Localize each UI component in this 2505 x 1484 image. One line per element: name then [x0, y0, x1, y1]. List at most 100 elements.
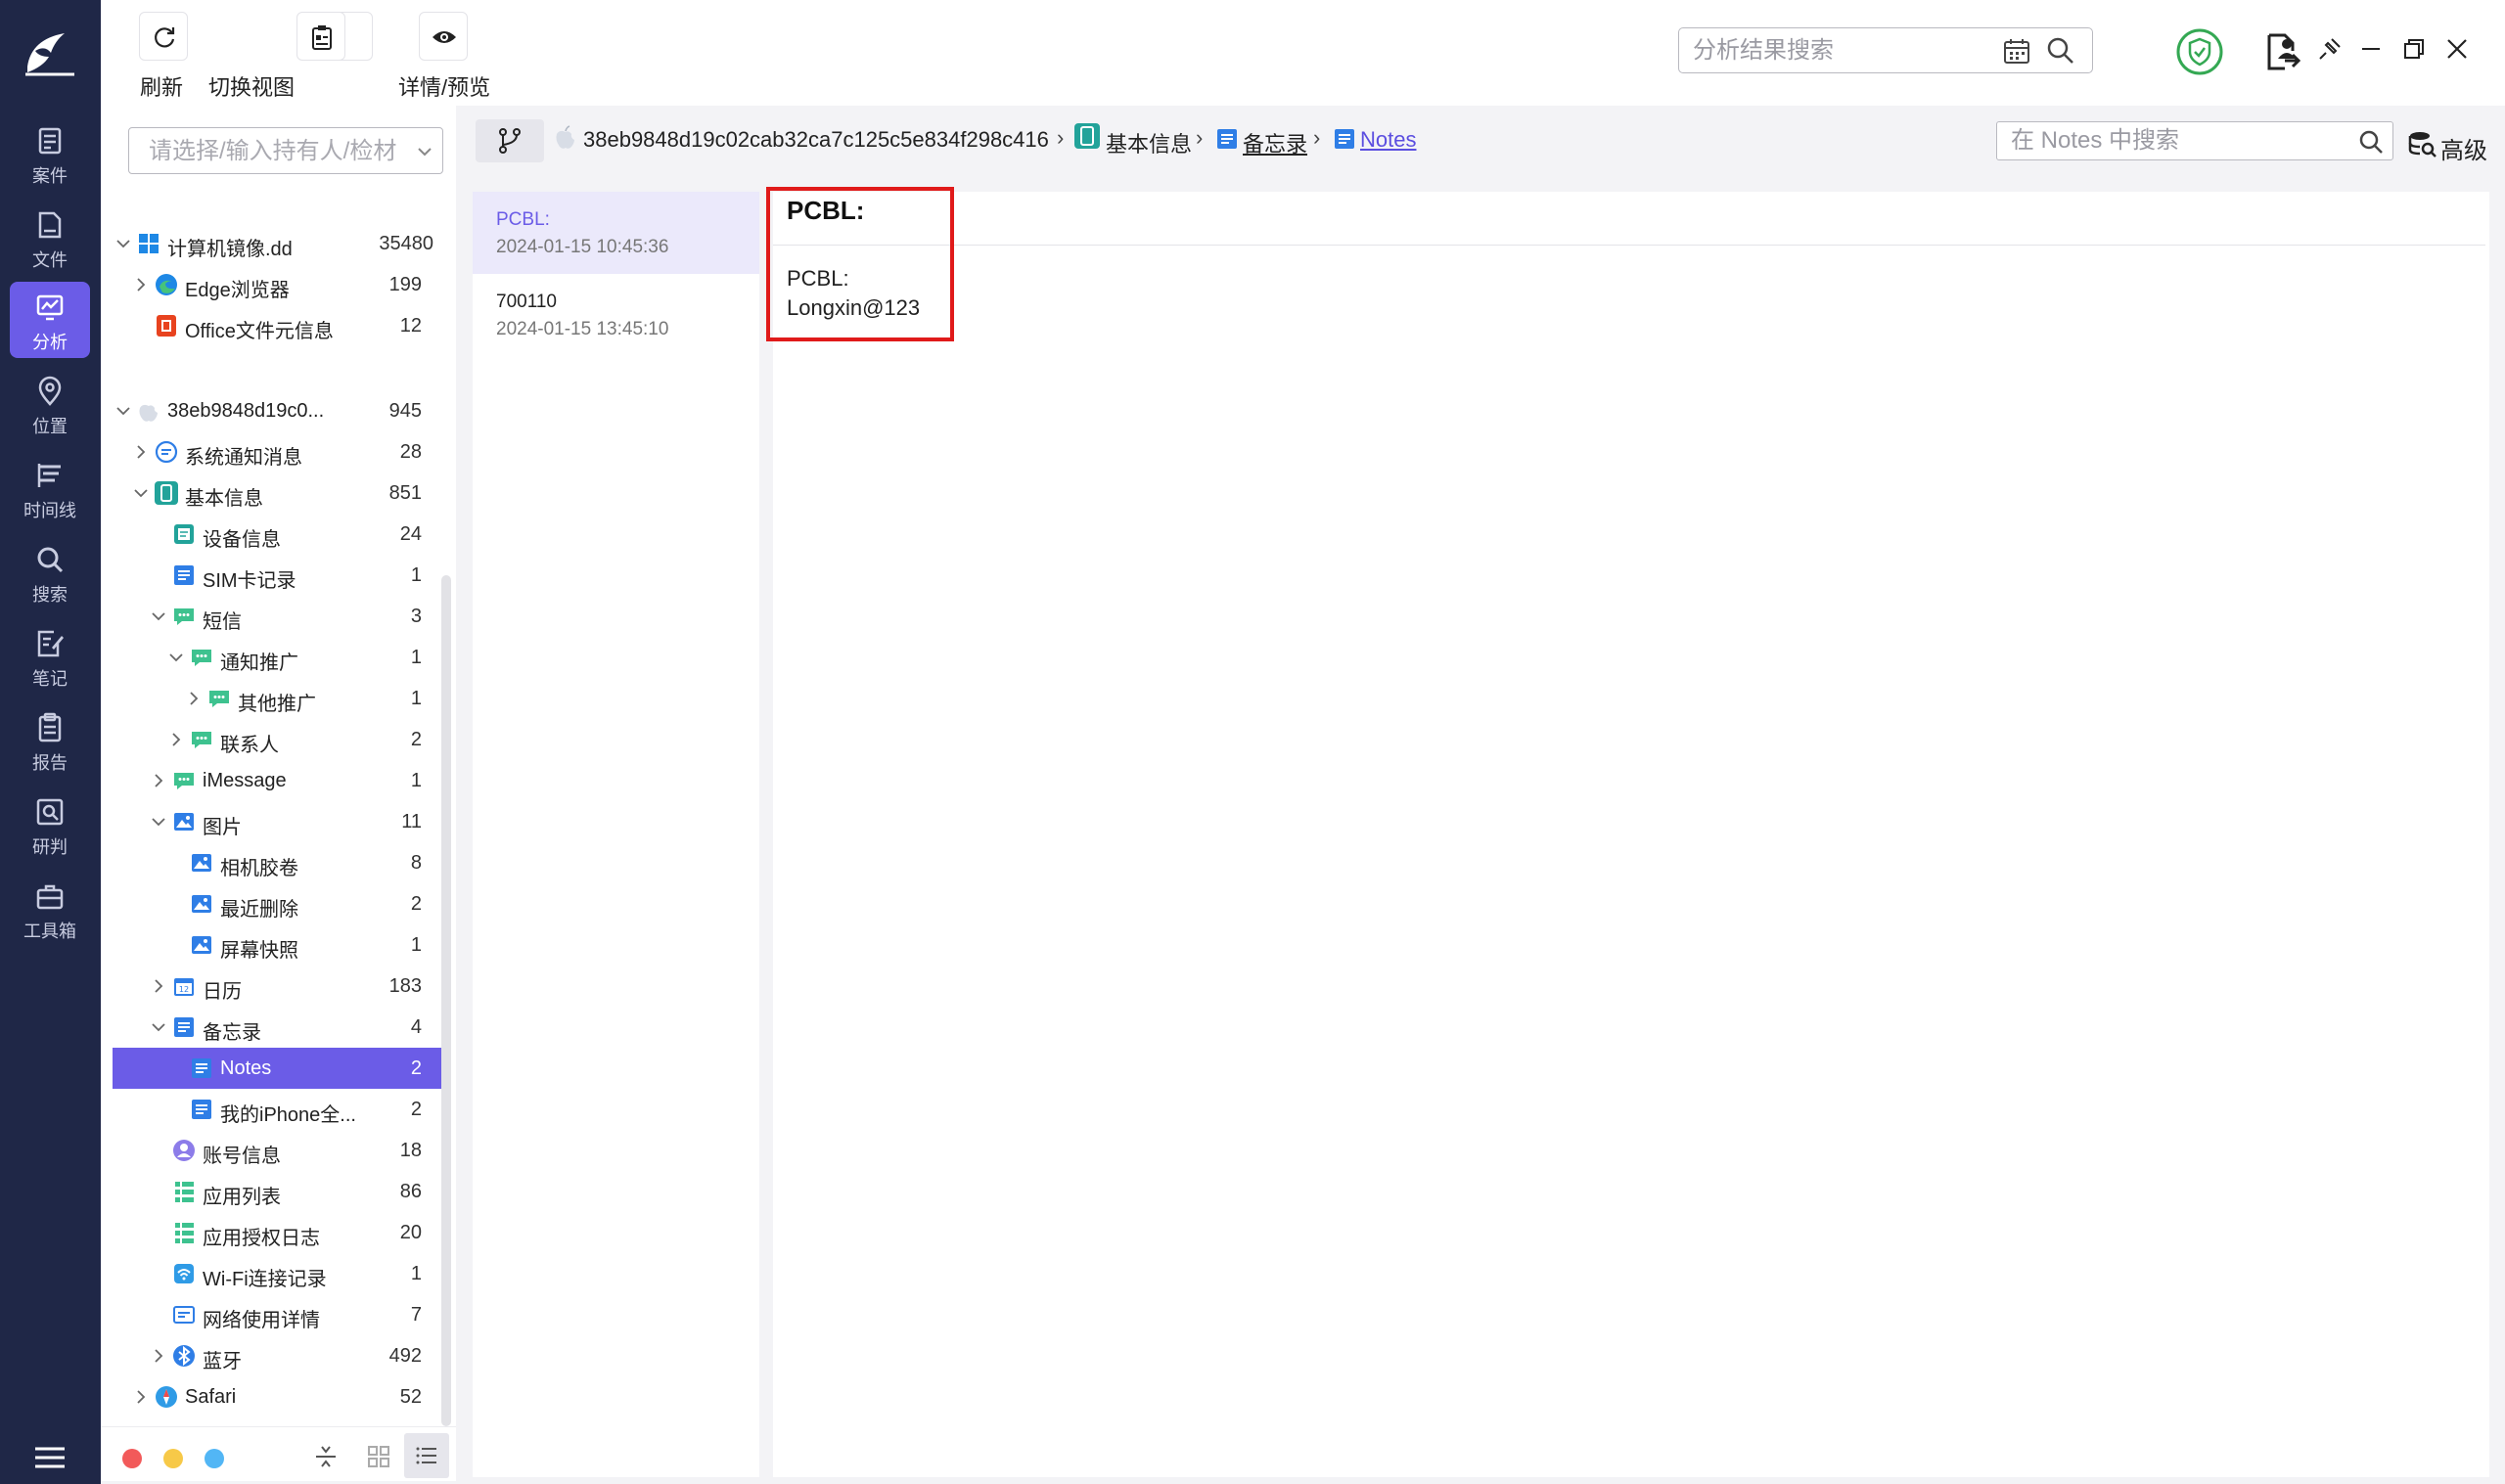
branch-button[interactable]: [476, 119, 544, 162]
tree-item-count: 1: [410, 1263, 422, 1284]
chevron-down-icon[interactable]: [415, 142, 434, 161]
tree-item-system-notifications[interactable]: 系统通知消息 28: [113, 431, 441, 472]
tree-item-other-promo[interactable]: 其他推广 1: [113, 678, 441, 719]
nav-analysis[interactable]: 分析: [10, 282, 90, 358]
tree-item-wifi-records[interactable]: Wi-Fi连接记录 1: [113, 1253, 441, 1294]
tree-item-memos[interactable]: 备忘录 4: [113, 1007, 441, 1048]
tree-item-imessage[interactable]: iMessage 1: [113, 760, 441, 801]
tree-item-app-auth-log[interactable]: 应用授权日志 20: [113, 1212, 441, 1253]
chevron-right-icon[interactable]: [167, 731, 185, 748]
tree-item-safari[interactable]: Safari 52: [113, 1376, 441, 1417]
memo-icon: [192, 1058, 211, 1078]
chevron-right-icon[interactable]: [150, 772, 167, 789]
note-list-item[interactable]: 700110 2024-01-15 13:45:10: [473, 274, 759, 356]
pin-icon[interactable]: [2316, 35, 2344, 63]
nav-timeline[interactable]: 时间线: [10, 450, 90, 526]
advanced-search-button[interactable]: 高级: [2397, 123, 2495, 164]
refresh-label: 刷新: [140, 75, 184, 100]
tree-item-count: 35480: [379, 233, 433, 254]
red-dot-icon[interactable]: [122, 1449, 142, 1468]
tree-item-pictures[interactable]: 图片 11: [113, 801, 441, 842]
close-icon[interactable]: [2443, 35, 2471, 63]
network-icon: [173, 1306, 195, 1324]
menu-icon[interactable]: [33, 1446, 67, 1469]
breadcrumb-device[interactable]: 38eb9848d19c02cab32ca7c125c5e834f298c416: [583, 127, 1049, 153]
detail-preview-button[interactable]: 详情/预览: [394, 12, 492, 100]
tree-item-ios-device[interactable]: 38eb9848d19c0... 945: [113, 390, 441, 431]
tree-item-sim-records[interactable]: SIM卡记录 1: [113, 555, 441, 596]
note-list-item[interactable]: PCBL: 2024-01-15 10:45:36: [473, 192, 759, 274]
edge-icon: [156, 274, 177, 295]
chevron-down-icon[interactable]: [150, 813, 167, 831]
calendar-icon[interactable]: [2002, 36, 2031, 66]
nav-case[interactable]: 案件: [10, 115, 90, 192]
user-icon[interactable]: [2273, 35, 2300, 63]
tree-item-contacts[interactable]: 联系人 2: [113, 719, 441, 760]
restore-icon[interactable]: [2400, 35, 2428, 63]
chevron-right-icon[interactable]: [185, 690, 203, 707]
tree-item-bluetooth[interactable]: 蓝牙 492: [113, 1335, 441, 1376]
tree-item-device-info[interactable]: 设备信息 24: [113, 514, 441, 555]
tree-item-edge-browser[interactable]: Edge浏览器 199: [113, 264, 441, 305]
nav-notes[interactable]: 笔记: [10, 618, 90, 695]
advanced-search-icon: [2408, 132, 2437, 157]
nav-location[interactable]: 位置: [10, 366, 90, 442]
chevron-down-icon[interactable]: [114, 402, 132, 420]
tree-item-count: 2: [410, 729, 422, 750]
shield-check-icon[interactable]: [2175, 27, 2224, 76]
windows-icon: [139, 234, 159, 253]
tree-item-notify-promo[interactable]: 通知推广 1: [113, 637, 441, 678]
chevron-right-icon[interactable]: [132, 1388, 150, 1406]
nav-label: 案件: [32, 166, 68, 186]
tree-item-notes[interactable]: Notes 2: [113, 1048, 441, 1089]
chevron-right-icon[interactable]: [132, 276, 150, 293]
notes-search-input[interactable]: [2011, 127, 2324, 155]
tree-item-calendar[interactable]: 12 日历 183: [113, 966, 441, 1007]
breadcrumb-sub[interactable]: 备忘录: [1243, 127, 1307, 158]
chevron-down-icon[interactable]: [150, 607, 167, 625]
global-search-input[interactable]: [1693, 36, 1986, 66]
tree-item-sms[interactable]: 短信 3: [113, 596, 441, 637]
nav-report[interactable]: 报告: [10, 702, 90, 779]
chevron-right-icon[interactable]: [150, 1347, 167, 1365]
tree-item-my-iphone[interactable]: 我的iPhone全... 2: [113, 1089, 441, 1130]
chevron-right-icon[interactable]: [150, 977, 167, 995]
yellow-dot-icon[interactable]: [163, 1449, 183, 1468]
note-title: 700110: [496, 292, 557, 312]
search-icon[interactable]: [2357, 128, 2385, 156]
nav-toolbox[interactable]: 工具箱: [10, 871, 90, 947]
tree-item-camera-roll[interactable]: 相机胶卷 8: [113, 842, 441, 883]
tree-item-screenshots[interactable]: 屏幕快照 1: [113, 924, 441, 966]
breadcrumb-category[interactable]: 基本信息: [1106, 127, 1192, 158]
chevron-down-icon[interactable]: [114, 235, 132, 252]
tree-item-network-usage[interactable]: 网络使用详情 7: [113, 1294, 441, 1335]
blue-dot-icon[interactable]: [205, 1449, 224, 1468]
grid-view-icon[interactable]: [365, 1443, 392, 1470]
collapse-icon[interactable]: [312, 1443, 340, 1470]
refresh-button[interactable]: 刷新: [134, 12, 193, 100]
list-view-button[interactable]: [404, 1433, 449, 1478]
tree-item-label: 应用列表: [203, 1187, 281, 1208]
switch-view-icon-box[interactable]: [296, 12, 345, 100]
tree-item-basic-info[interactable]: 基本信息 851: [113, 472, 441, 514]
search-icon[interactable]: [2045, 35, 2076, 67]
holder-filter-input[interactable]: [149, 138, 403, 165]
nav-search[interactable]: 搜索: [10, 534, 90, 610]
tree-item-app-list[interactable]: 应用列表 86: [113, 1171, 441, 1212]
chevron-down-icon[interactable]: [167, 649, 185, 666]
chevron-down-icon[interactable]: [150, 1018, 167, 1036]
tree-scrollbar[interactable]: [441, 575, 451, 1426]
chevron-right-icon[interactable]: [132, 443, 150, 461]
tree-item-computer-image[interactable]: 计算机镜像.dd 35480: [113, 223, 441, 264]
tree-item-count: 1: [410, 647, 422, 668]
switch-view-button[interactable]: 切换视图: [208, 12, 373, 100]
nav-file[interactable]: 文件: [10, 200, 90, 276]
breadcrumb-current[interactable]: Notes: [1360, 127, 1416, 153]
tree-item-recently-deleted[interactable]: 最近删除 2: [113, 883, 441, 924]
minimize-icon[interactable]: [2357, 35, 2385, 63]
global-search-box: [1678, 27, 2093, 73]
tree-item-office-meta[interactable]: Office文件元信息 12: [113, 305, 441, 346]
tree-item-account-info[interactable]: 账号信息 18: [113, 1130, 441, 1171]
nav-judge[interactable]: 研判: [10, 787, 90, 863]
chevron-down-icon[interactable]: [132, 484, 150, 502]
